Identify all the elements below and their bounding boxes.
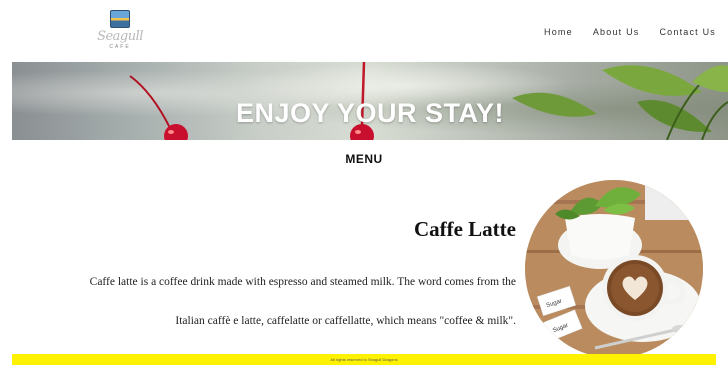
logo-subtitle: CAFE — [109, 44, 131, 50]
logo[interactable]: Seagull CAFE — [96, 10, 144, 56]
product-description-line-2: Italian caffè e latte, caffelatte or caf… — [175, 315, 516, 327]
logo-wordmark: Seagull — [97, 29, 143, 44]
menu-heading: MENU — [345, 152, 383, 166]
hero-title: ENJOY YOUR STAY! — [235, 98, 505, 128]
hero-banner: ENJOY YOUR STAY! — [12, 62, 728, 140]
footer-copyright: All rights reserved to Seagull Dragons — [330, 357, 398, 362]
nav-link-about[interactable]: About Us — [593, 27, 640, 37]
site-footer: All rights reserved to Seagull Dragons — [12, 354, 716, 365]
plant-pot-icon — [565, 214, 635, 260]
nav-link-home[interactable]: Home — [544, 27, 573, 37]
product-description-line-1: Caffe latte is a coffee drink made with … — [89, 276, 516, 288]
main-nav: Home About Us Contact Us — [544, 27, 716, 37]
product-title: Caffe Latte — [413, 217, 516, 241]
nav-link-contact[interactable]: Contact Us — [659, 27, 716, 37]
product-photo: Sugar Sugar — [525, 180, 703, 358]
site-header: Seagull CAFE Home About Us Contact Us — [0, 0, 728, 62]
leaf-icon — [602, 65, 702, 96]
logo-badge-icon — [110, 10, 130, 28]
